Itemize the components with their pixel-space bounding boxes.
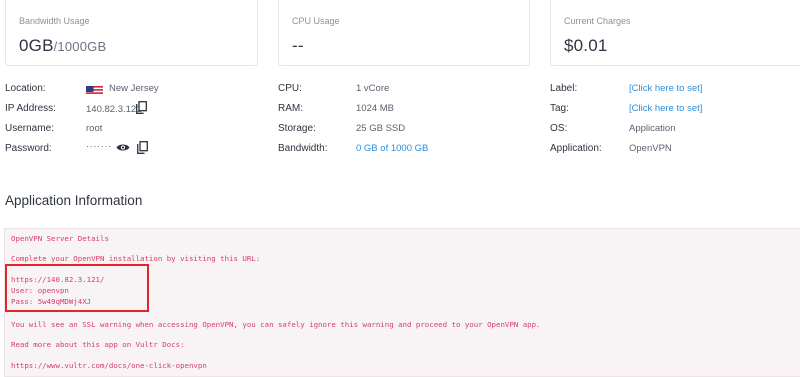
credentials-highlight-box <box>5 264 149 312</box>
label-label: Label: <box>550 83 578 94</box>
info-line: OpenVPN Server Details <box>11 234 109 243</box>
vultr-docs-url[interactable]: https://www.vultr.com/docs/one-click-ope… <box>11 361 207 370</box>
storage-value: 25 GB SSD <box>356 123 406 134</box>
bandwidth-total: /1000GB <box>53 39 107 54</box>
card-title: Current Charges <box>564 16 631 26</box>
username-value: root <box>86 123 103 134</box>
card-value: $0.01 <box>564 36 608 55</box>
section-title: Application Information <box>5 193 143 208</box>
ram-label: RAM: <box>278 103 303 114</box>
application-label: Application: <box>550 143 602 154</box>
card-value: -- <box>292 36 304 55</box>
current-charges-card: Current Charges $0.01 <box>550 0 800 66</box>
password-value: ······· <box>86 141 112 152</box>
bandwidth-usage-card: Bandwidth Usage 0GB/1000GB <box>5 0 258 66</box>
ip-address-value: 140.82.3.121 <box>86 104 142 115</box>
os-value: Application <box>629 123 676 134</box>
cpu-label: CPU: <box>278 83 302 94</box>
card-title: Bandwidth Usage <box>19 16 90 26</box>
bandwidth-label: Bandwidth: <box>278 143 328 154</box>
ip-address-label: IP Address: <box>5 103 56 114</box>
cpu-usage-card: CPU Usage -- <box>278 0 530 66</box>
location-value: New Jersey <box>109 83 159 94</box>
card-value: 0GB/1000GB <box>19 36 106 56</box>
set-label-link[interactable]: [Click here to set] <box>629 83 702 94</box>
ram-value: 1024 MB <box>356 103 395 114</box>
bandwidth-link[interactable]: 0 GB of 1000 GB <box>356 143 428 154</box>
tag-label: Tag: <box>550 103 569 114</box>
info-line: Complete your OpenVPN installation by vi… <box>11 254 261 263</box>
username-label: Username: <box>5 123 54 134</box>
eye-icon[interactable] <box>116 143 130 152</box>
info-line: You will see an SSL warning when accessi… <box>11 320 541 329</box>
copy-icon[interactable] <box>136 101 147 114</box>
application-value: OpenVPN <box>629 143 672 154</box>
os-label: OS: <box>550 123 568 134</box>
card-title: CPU Usage <box>292 16 340 26</box>
info-line: Read more about this app on Vultr Docs: <box>11 340 185 349</box>
cpu-value: 1 vCore <box>356 83 390 94</box>
set-tag-link[interactable]: [Click here to set] <box>629 103 702 114</box>
location-label: Location: <box>5 83 46 94</box>
storage-label: Storage: <box>278 123 316 134</box>
password-label: Password: <box>5 143 52 154</box>
us-flag-icon <box>86 84 103 95</box>
copy-icon[interactable] <box>137 141 148 154</box>
bandwidth-used: 0GB <box>19 36 54 55</box>
